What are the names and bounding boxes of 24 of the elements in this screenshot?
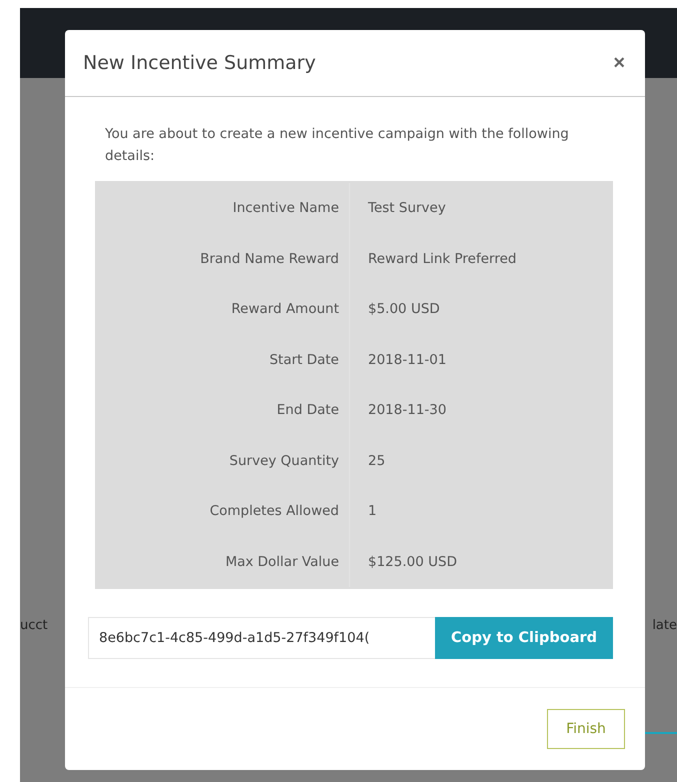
detail-value: 2018-11-30: [367, 401, 448, 420]
detail-label: End Date: [95, 385, 350, 436]
detail-label: Brand Name Reward: [95, 234, 350, 284]
detail-value: 2018-11-01: [367, 350, 448, 370]
detail-label: Max Dollar Value: [95, 536, 350, 587]
detail-value: Test Survey: [367, 199, 447, 218]
detail-value: 25: [367, 452, 386, 471]
detail-label: Survey Quantity: [95, 436, 350, 486]
background-text: late: [652, 618, 677, 633]
detail-label: Reward Amount: [95, 284, 350, 334]
detail-value: 1: [367, 502, 378, 522]
detail-value: $5.00 USD: [367, 300, 441, 320]
detail-label: Completes Allowed: [95, 486, 350, 536]
intro-text: You are about to create a new incentive campaign with the following details:: [105, 125, 570, 166]
background-text: ucct: [20, 618, 48, 633]
detail-label: Incentive Name: [95, 183, 350, 234]
detail-value: Reward Link Preferred: [367, 250, 518, 269]
link-field[interactable]: 8e6bc7c1-4c85-499d-a1d5-27f349f104(: [88, 617, 435, 659]
finish-button[interactable]: Finish: [547, 709, 625, 749]
detail-label: Start Date: [95, 334, 350, 385]
close-button[interactable]: ×: [611, 52, 627, 74]
dialog-title: New Incentive Summary: [83, 52, 316, 74]
copy-button[interactable]: Copy to Clipboard: [435, 617, 613, 659]
detail-value: $125.00 USD: [367, 552, 458, 572]
